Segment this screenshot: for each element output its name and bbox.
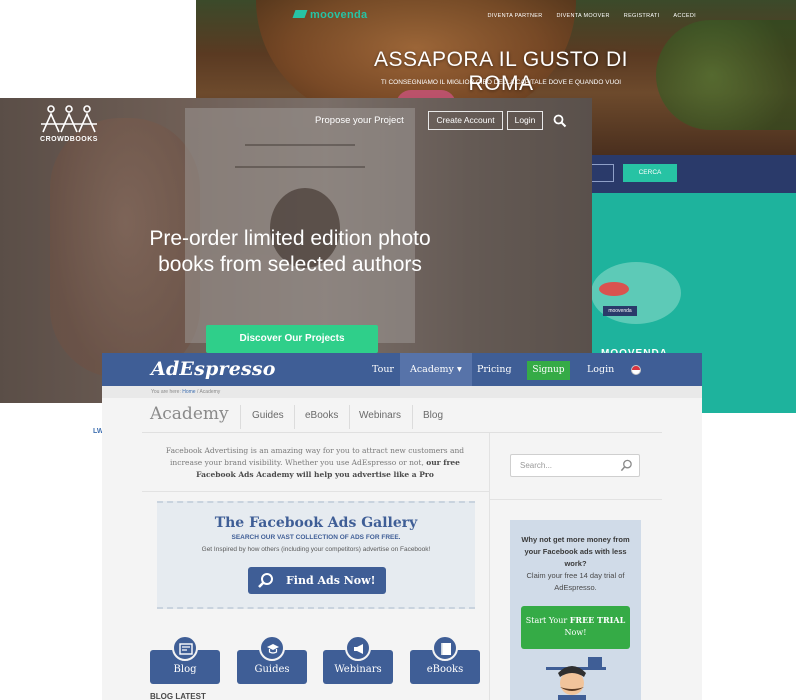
category-label: eBooks [426,664,464,675]
breadcrumb: You are here: Home / Academy [102,386,702,398]
plate-illustration [599,282,629,296]
breadcrumb-prefix: You are here: [151,389,183,395]
search-input[interactable]: Search... [510,454,640,477]
sidebar-divider [489,433,490,700]
language-flag-icon[interactable] [631,365,641,375]
breadcrumb-home-link[interactable]: Home [182,389,195,395]
discover-projects-button[interactable]: Discover Our Projects [206,325,378,353]
nav-login[interactable]: Login [587,353,614,386]
blog-icon [172,635,198,661]
nav-registrati[interactable]: REGISTRATI [624,13,660,19]
gallery-subtitle: SEARCH OUR VAST COLLECTION OF ADS FOR FR… [231,534,401,541]
category-blog-button[interactable]: Blog [150,635,220,684]
leaves-image [656,20,796,130]
divider [412,405,413,429]
crowdbooks-headline: Pre-order limited edition photo books fr… [149,227,431,276]
promo-description: Claim your free 14 day trial of AdEspres… [526,571,625,592]
cerca-button[interactable]: CERCA [623,164,677,182]
adespresso-logo[interactable]: AdEspresso [151,358,276,380]
academy-intro: Facebook Advertising is an amazing way f… [150,445,480,481]
mascot-illustration [546,657,606,700]
find-ads-label: Find Ads Now! [286,574,376,587]
propose-project-link[interactable]: Propose your Project [315,115,404,126]
adespresso-site: AdEspresso Tour Academy ▾ Pricing Signup… [102,353,702,700]
gallery-title: The Facebook Ads Gallery [214,515,418,531]
megaphone-icon [345,635,371,661]
trial-bold: FREE TRIAL [569,615,626,625]
nav-academy[interactable]: Academy ▾ [400,353,472,386]
tab-blog[interactable]: Blog [423,410,443,421]
signup-button[interactable]: Signup [527,361,570,380]
graduation-cap-icon [259,635,285,661]
moovenda-nav: DIVENTA PARTNER DIVENTA MOOVER REGISTRAT… [488,13,696,19]
search-icon[interactable] [553,114,567,128]
promo-text: Why not get more money from your Faceboo… [516,534,635,594]
adespresso-topbar: AdEspresso Tour Academy ▾ Pricing Signup… [102,353,702,386]
moovenda-illustration: moovenda [591,262,681,324]
divider [142,491,489,492]
nav-diventa-partner[interactable]: DIVENTA PARTNER [488,13,543,19]
page-title: Academy [150,404,229,424]
nav-tour[interactable]: Tour [372,353,394,386]
category-label: Webinars [334,664,382,675]
crowdbooks-logo-text: CROWDBOOKS [40,136,98,143]
tab-webinars[interactable]: Webinars [359,410,401,421]
book-icon [432,635,458,661]
academy-subnav: Academy Guides eBooks Webinars Blog [142,399,662,433]
category-ebooks-button[interactable]: eBooks [410,635,480,684]
nav-accedi[interactable]: ACCEDI [673,13,696,19]
trial-prefix: Start Your [525,616,570,625]
create-account-button[interactable]: Create Account [428,111,503,130]
divider [490,499,662,500]
divider [349,405,350,429]
intro-text: Facebook Advertising is an amazing way f… [165,446,465,467]
breadcrumb-current: / Academy [195,389,221,395]
find-ads-button[interactable]: Find Ads Now! [248,567,386,594]
ads-gallery-banner: The Facebook Ads Gallery SEARCH OUR VAST… [157,501,475,609]
crowdbooks-logo[interactable]: CROWDBOOKS [34,104,104,143]
moovenda-title: ASSAPORA IL GUSTO DI ROMA [374,48,628,95]
screenshot-collage: moovenda DIVENTA PARTNER DIVENTA MOOVER … [0,0,800,700]
moovenda-logo[interactable]: moovenda [292,9,367,21]
nav-diventa-moover[interactable]: DIVENTA MOOVER [556,13,609,19]
magnifier-icon [258,573,273,588]
login-button[interactable]: Login [507,111,543,130]
tab-guides[interactable]: Guides [252,410,284,421]
category-guides-button[interactable]: Guides [237,635,307,684]
trial-suffix: Now! [564,628,587,637]
moovenda-subtitle: TI CONSEGNIAMO IL MIGLIOR CIBO DELLA CAP… [380,79,622,86]
moovenda-logo-icon [292,10,308,18]
section-heading: BLOG LATEST [150,692,206,700]
start-free-trial-button[interactable]: Start Your FREE TRIAL Now! [521,606,630,649]
category-webinars-button[interactable]: Webinars [323,635,393,684]
nav-pricing[interactable]: Pricing [477,353,512,386]
divider [240,405,241,429]
crowdbooks-logo-icon [41,105,97,133]
gallery-description: Get Inspired by how others (including yo… [201,546,431,553]
search-placeholder: Search... [520,461,553,470]
category-label: Guides [254,664,290,675]
tab-ebooks[interactable]: eBooks [305,410,338,421]
search-icon[interactable] [620,459,633,472]
promo-bold-text: Why not get more money from your Faceboo… [521,535,630,568]
moovenda-badge: moovenda [603,306,637,316]
category-label: Blog [173,664,197,675]
free-trial-promo: Why not get more money from your Faceboo… [510,520,641,700]
divider [294,405,295,429]
